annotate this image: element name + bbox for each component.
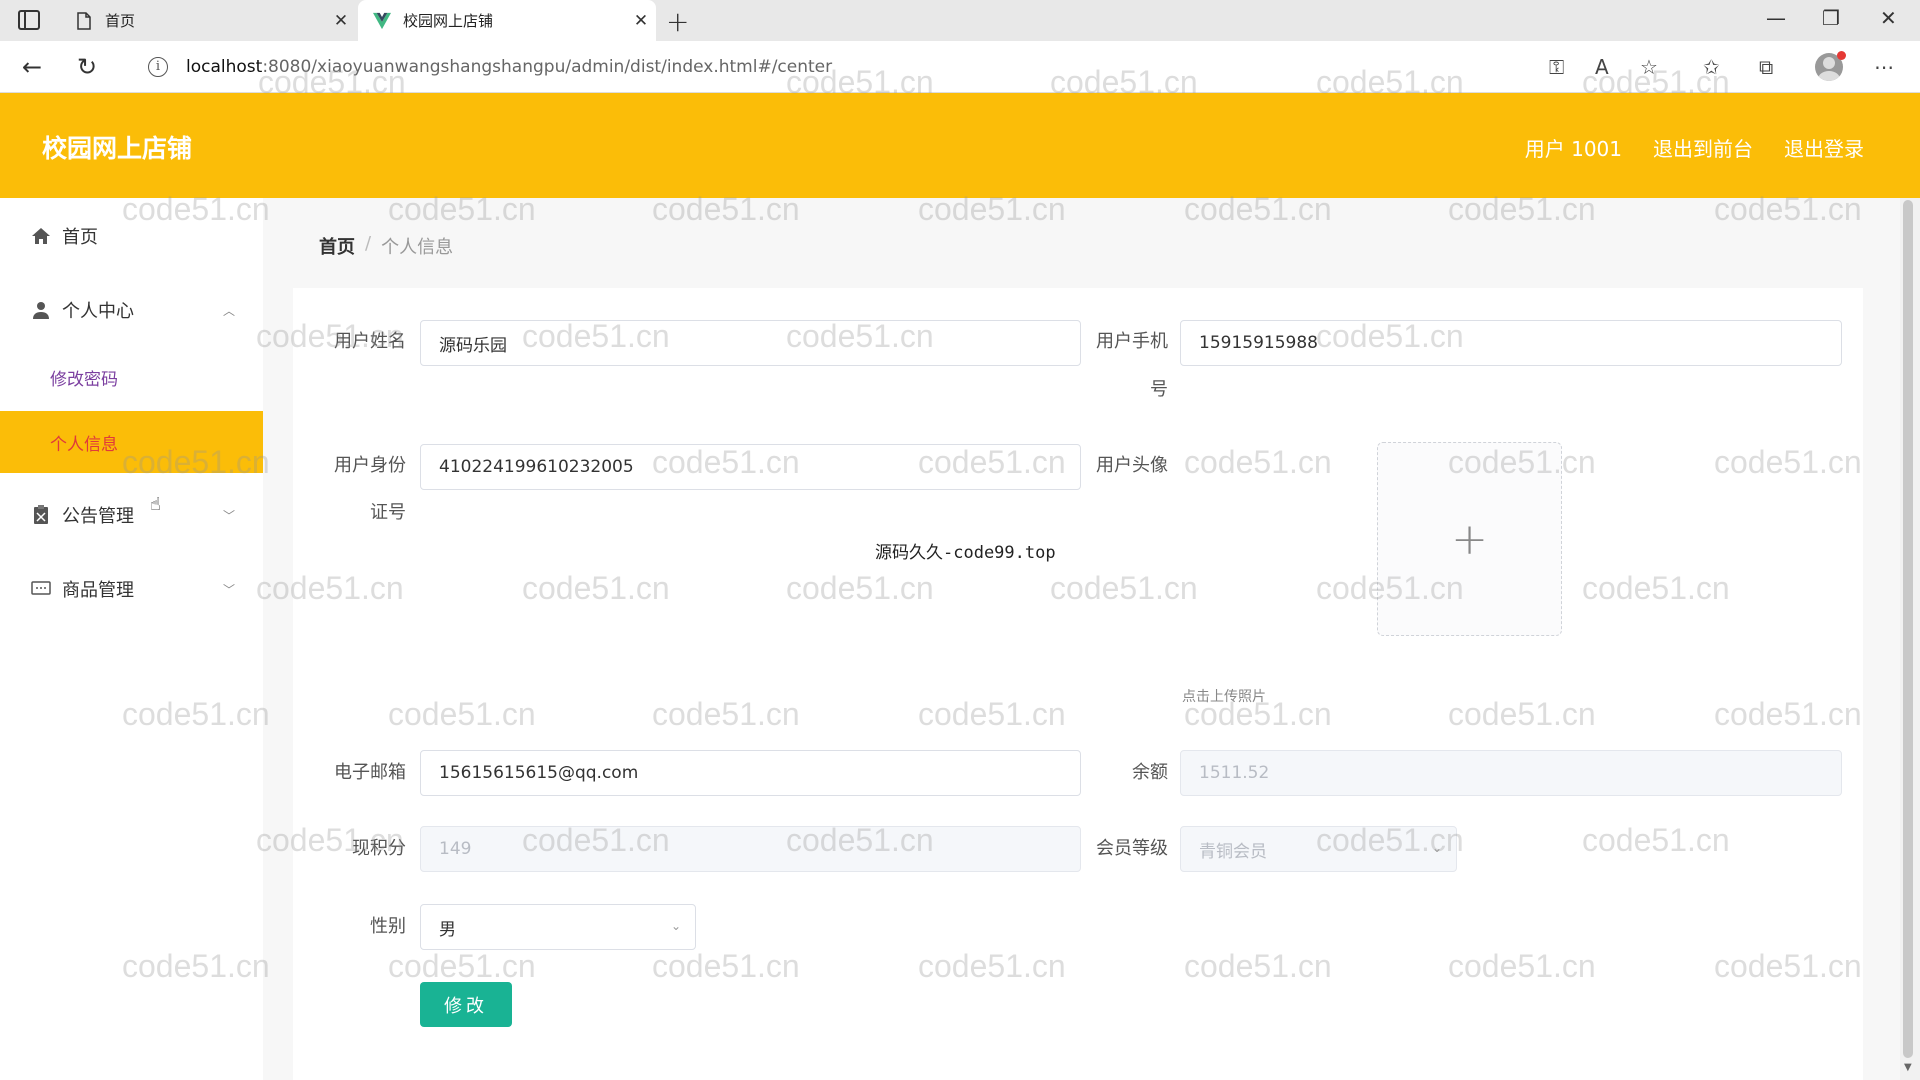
user-icon <box>30 301 52 319</box>
key-icon[interactable]: ⚿ <box>1549 55 1564 79</box>
app-title: 校园网上店铺 <box>42 134 193 163</box>
page-icon <box>75 10 93 32</box>
hand-cursor-icon: ☝ <box>150 494 161 515</box>
add-favorite-icon[interactable]: ☆ <box>1640 55 1658 79</box>
email-field[interactable]: 15615615615@qq.com <box>420 750 1081 796</box>
username-label: 用户姓名 <box>334 331 406 352</box>
idcard-field[interactable]: 410224199610232005 <box>420 444 1081 490</box>
favorites-icon[interactable]: ✩ <box>1703 55 1720 79</box>
breadcrumb: 首页 / 个人信息 <box>319 233 453 259</box>
reload-icon[interactable]: ↻ <box>77 53 97 81</box>
phone-label: 用户手机 <box>1096 331 1168 352</box>
points-label: 现积分 <box>352 838 406 859</box>
url-host: localhost <box>186 57 263 77</box>
chevron-down-icon: ⌄ <box>670 919 681 933</box>
browser-tab-shop[interactable]: 校园网上店铺 ✕ <box>358 0 656 41</box>
phone-label-cont: 号 <box>1150 379 1168 400</box>
clipboard-icon <box>30 505 52 525</box>
scroll-down-arrow-icon[interactable]: ▼ <box>1904 1062 1912 1073</box>
url-path: :8080/xiaoyuanwangshangshangpu/admin/dis… <box>262 57 833 77</box>
breadcrumb-separator: / <box>365 233 372 254</box>
upload-tip: 点击上传照片 <box>1182 689 1266 705</box>
breadcrumb-home[interactable]: 首页 <box>319 233 355 259</box>
level-label: 会员等级 <box>1096 838 1168 859</box>
back-to-front-link[interactable]: 退出到前台 <box>1653 133 1753 162</box>
sidebar: 首页 个人中心 ︿ 修改密码 个人信息 公告管理 ﹀ 商品管理 ﹀ <box>0 198 263 1080</box>
phone-field[interactable]: 15915915988 <box>1180 320 1842 366</box>
balance-label: 余额 <box>1132 762 1168 783</box>
submit-button[interactable]: 修改 <box>420 982 512 1027</box>
profile-form-card <box>293 288 1863 1080</box>
info-icon[interactable]: i <box>148 57 168 77</box>
url-field[interactable]: i localhost:8080/xiaoyuanwangshangshangp… <box>138 49 1678 85</box>
tab-title: 首页 <box>105 12 136 30</box>
sidebar-item-label: 首页 <box>62 227 98 248</box>
idcard-label-cont: 证号 <box>370 502 406 523</box>
logout-link[interactable]: 退出登录 <box>1784 133 1864 162</box>
chevron-down-icon: ⌄ <box>1431 841 1442 855</box>
read-aloud-icon[interactable]: A <box>1595 55 1609 79</box>
balance-field: 1511.52 <box>1180 750 1842 796</box>
collections-icon[interactable]: ⧉ <box>1759 55 1773 79</box>
scrollbar-thumb[interactable] <box>1903 200 1913 1058</box>
avatar-label: 用户头像 <box>1096 455 1168 476</box>
chevron-up-icon: ︿ <box>222 303 235 318</box>
address-bar: ← ↻ i localhost:8080/xiaoyuanwangshangsh… <box>0 41 1920 93</box>
email-label: 电子邮箱 <box>334 762 406 783</box>
chevron-down-icon: ﹀ <box>222 582 235 597</box>
tab-actions-icon[interactable] <box>18 10 40 30</box>
tab-title: 校园网上店铺 <box>403 12 494 30</box>
minimize-icon[interactable]: — <box>1766 6 1786 30</box>
restore-icon[interactable]: ❐ <box>1822 6 1840 30</box>
notification-dot <box>1837 51 1846 60</box>
promo-text: 源码久久-code99.top <box>875 543 1056 563</box>
avatar-upload[interactable]: + <box>1377 442 1562 636</box>
current-user: 用户 1001 <box>1524 137 1622 161</box>
sidebar-item-label: 商品管理 <box>62 580 134 601</box>
sidebar-item-personal-center[interactable]: 个人中心 ︿ <box>0 280 263 340</box>
idcard-label: 用户身份 <box>334 455 406 476</box>
back-arrow-icon[interactable]: ← <box>22 53 42 81</box>
level-value: 青铜会员 <box>1199 841 1267 862</box>
sidebar-item-notice-management[interactable]: 公告管理 ﹀ <box>0 485 263 545</box>
sidebar-item-label: 个人中心 <box>62 301 134 322</box>
sidebar-item-label: 公告管理 <box>62 506 134 527</box>
browser-tab-home[interactable]: 首页 ✕ <box>60 0 356 41</box>
sidebar-item-change-password[interactable]: 修改密码 <box>0 346 263 408</box>
breadcrumb-current: 个人信息 <box>381 237 454 258</box>
sidebar-item-goods-management[interactable]: 商品管理 ﹀ <box>0 559 263 619</box>
level-select: 青铜会员 ⌄ <box>1180 826 1457 872</box>
sidebar-item-home[interactable]: 首页 <box>0 206 263 266</box>
app-header: 校园网上店铺 用户 1001 退出到前台 退出登录 <box>0 93 1920 198</box>
points-field: 149 <box>420 826 1081 872</box>
gender-value: 男 <box>439 919 456 940</box>
header-links: 用户 1001 退出到前台 退出登录 <box>1525 133 1864 162</box>
browser-tabbar: 首页 ✕ 校园网上店铺 ✕ + — ❐ ✕ <box>0 0 1920 41</box>
chat-box-icon <box>30 580 52 598</box>
gender-select[interactable]: 男 ⌄ <box>420 904 696 950</box>
sidebar-item-personal-info[interactable]: 个人信息 <box>0 411 263 473</box>
chevron-down-icon: ﹀ <box>222 508 235 523</box>
more-icon[interactable]: ⋯ <box>1874 55 1894 79</box>
sidebar-item-label: 修改密码 <box>50 369 118 390</box>
sidebar-item-label: 个人信息 <box>50 434 118 455</box>
vue-logo-icon <box>373 10 391 32</box>
new-tab-button[interactable]: + <box>666 5 689 38</box>
plus-icon: + <box>1451 513 1488 565</box>
close-icon[interactable]: ✕ <box>326 11 356 31</box>
gender-label: 性别 <box>370 916 406 937</box>
home-icon <box>30 227 52 245</box>
window-close-icon[interactable]: ✕ <box>1880 6 1897 30</box>
username-field[interactable]: 源码乐园 <box>420 320 1081 366</box>
close-icon[interactable]: ✕ <box>626 11 656 31</box>
